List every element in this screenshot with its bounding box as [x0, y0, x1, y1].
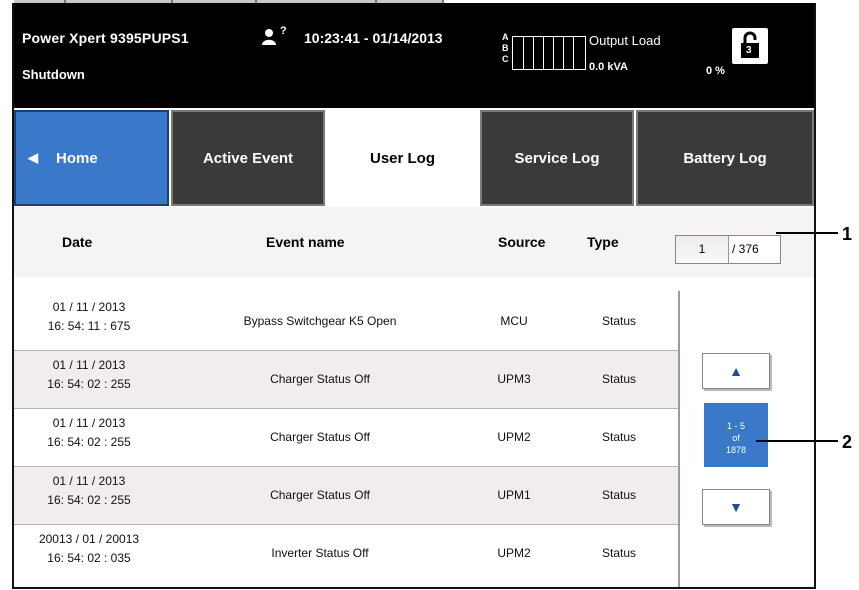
column-source: Source: [498, 234, 546, 250]
help-mark[interactable]: ?: [280, 25, 287, 37]
list-item[interactable]: 01 / 11 / 2013 16: 54: 02 : 255 Charger …: [14, 467, 680, 525]
row-type: Status: [601, 372, 637, 386]
log-column-header: Date Event name Source Type 1 / 376: [14, 207, 814, 277]
row-time: 16: 54: 11 : 675: [47, 319, 131, 333]
row-date: 20013 / 01 / 20013: [38, 532, 140, 546]
unlock-button[interactable]: 3: [732, 28, 768, 64]
row-event: Charger Status Off: [270, 372, 370, 386]
row-event: Charger Status Off: [270, 430, 370, 444]
callout-line-2: [756, 440, 838, 442]
unit-title: Power Xpert 9395PUPS1: [22, 30, 189, 46]
tab-service-log-label: Service Log: [514, 149, 600, 167]
tab-user-log-label: User Log: [369, 149, 435, 167]
page-selector[interactable]: 1 / 376: [675, 235, 781, 264]
row-source: MCU: [500, 314, 528, 328]
row-event: Inverter Status Off: [271, 546, 369, 560]
back-arrow-icon: ◀: [28, 150, 38, 165]
row-type: Status: [601, 430, 637, 444]
callout-label-1: 1: [842, 224, 853, 244]
row-time: 16: 54: 02 : 255: [47, 435, 131, 449]
tab-user-log[interactable]: User Log: [325, 110, 480, 206]
row-date: 01 / 11 / 2013: [52, 358, 126, 372]
row-source: UPM2: [497, 546, 531, 560]
row-source: UPM3: [497, 372, 531, 386]
list-item[interactable]: 01 / 11 / 2013 16: 54: 02 : 255 Charger …: [14, 409, 680, 467]
row-time: 16: 54: 02 : 255: [47, 377, 131, 391]
row-type: Status: [601, 546, 637, 560]
status-header: Power Xpert 9395PUPS1 Shutdown ? 10:23:4…: [14, 3, 814, 108]
list-item[interactable]: 20013 / 01 / 20013 16: 54: 02 : 035 Inve…: [14, 525, 680, 583]
page-total: / 376: [732, 242, 759, 256]
row-source: UPM1: [497, 488, 531, 502]
triangle-up-icon: ▲: [729, 363, 743, 379]
output-percent: 0 %: [706, 65, 725, 77]
user-icon[interactable]: [261, 28, 279, 46]
column-event-name: Event name: [266, 234, 345, 250]
record-range: 1 - 5: [726, 421, 745, 431]
phase-c-label: C: [502, 54, 509, 64]
tab-battery-log[interactable]: Battery Log: [636, 110, 814, 206]
ups-display-frame: Power Xpert 9395PUPS1 Shutdown ? 10:23:4…: [12, 3, 816, 589]
row-time: 16: 54: 02 : 035: [47, 551, 131, 565]
tab-service-log[interactable]: Service Log: [480, 110, 634, 206]
system-status: Shutdown: [22, 67, 85, 82]
record-of: of: [732, 433, 740, 443]
row-type: Status: [601, 488, 637, 502]
phase-b-label: B: [502, 43, 509, 53]
row-time: 16: 54: 02 : 255: [47, 493, 131, 507]
tab-active-event[interactable]: Active Event: [171, 110, 325, 206]
access-level: 3: [746, 45, 752, 56]
triangle-down-icon: ▼: [729, 499, 743, 515]
record-range-indicator: 1 - 5 of 1878: [704, 403, 768, 467]
column-date: Date: [62, 234, 93, 250]
row-type: Status: [601, 314, 637, 328]
row-event: Charger Status Off: [270, 488, 370, 502]
tab-battery-log-label: Battery Log: [683, 149, 767, 167]
row-event: Bypass Switchgear K5 Open: [243, 314, 397, 328]
load-bar-graph: [512, 36, 586, 70]
output-kva: 0.0 kVA: [589, 61, 628, 73]
record-count: 1878: [725, 445, 747, 455]
tab-home-label: Home: [56, 149, 98, 167]
tab-home[interactable]: ◀ Home: [14, 110, 169, 206]
scroll-down-button[interactable]: ▼: [702, 489, 770, 525]
list-divider: [678, 291, 680, 587]
phase-a-label: A: [502, 32, 509, 42]
row-date: 01 / 11 / 2013: [52, 416, 126, 430]
tab-active-event-label: Active Event: [202, 149, 294, 167]
clock-datetime: 10:23:41 - 01/14/2013: [304, 30, 443, 46]
list-item[interactable]: 01 / 11 / 2013 16: 54: 11 : 675 Bypass S…: [14, 293, 680, 351]
row-date: 01 / 11 / 2013: [52, 300, 126, 314]
column-type: Type: [587, 234, 619, 250]
row-date: 01 / 11 / 2013: [52, 474, 126, 488]
page-current-input[interactable]: 1: [676, 236, 729, 263]
list-item[interactable]: 01 / 11 / 2013 16: 54: 02 : 255 Charger …: [14, 351, 680, 409]
row-source: UPM2: [497, 430, 531, 444]
scroll-up-button[interactable]: ▲: [702, 353, 770, 389]
callout-label-2: 2: [842, 432, 853, 452]
callout-line-1: [776, 232, 838, 234]
output-load-label: Output Load: [589, 33, 661, 48]
